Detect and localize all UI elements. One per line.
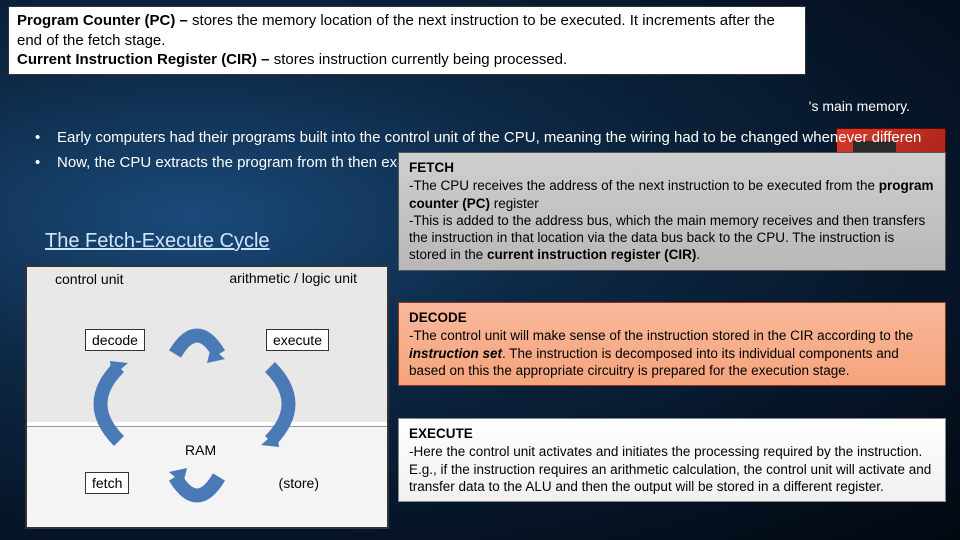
- fetch-heading: FETCH: [409, 159, 935, 176]
- fetch-execute-title: The Fetch-Execute Cycle: [45, 230, 270, 253]
- decode-box: decode: [85, 329, 145, 351]
- arrow-fetch-to-decode: [79, 359, 134, 449]
- alu-label: arithmetic / logic unit: [229, 271, 357, 286]
- cir-text: stores instruction currently being proce…: [274, 51, 567, 68]
- execute-heading: EXECUTE: [409, 425, 935, 442]
- execute-body: -Here the control unit activates and ini…: [409, 443, 935, 495]
- bullet-icon: •: [35, 153, 57, 172]
- fetch-execute-diagram: control unit arithmetic / logic unit dec…: [25, 265, 389, 529]
- definitions-box: Program Counter (PC) – stores the memory…: [8, 6, 806, 75]
- arrow-decode-to-execute: [167, 309, 227, 369]
- store-label: (store): [279, 475, 319, 491]
- arrow-store-to-fetch: [167, 462, 227, 522]
- decode-heading: DECODE: [409, 309, 935, 326]
- fetch-stage-box: FETCH -The CPU receives the address of t…: [398, 152, 946, 271]
- cir-label: Current Instruction Register (CIR) –: [17, 51, 274, 68]
- decode-body: -The control unit will make sense of the…: [409, 327, 935, 379]
- execute-box: execute: [266, 329, 329, 351]
- arrow-execute-to-store: [255, 359, 310, 449]
- control-unit-label: control unit: [55, 271, 123, 287]
- bullet-icon: •: [35, 128, 57, 147]
- ram-label: RAM: [185, 442, 216, 458]
- bullet-1: Early computers had their programs built…: [57, 128, 921, 147]
- fetch-box: fetch: [85, 472, 129, 494]
- pc-label: Program Counter (PC) –: [17, 12, 192, 29]
- execute-stage-box: EXECUTE -Here the control unit activates…: [398, 418, 946, 502]
- background-text-fragment: 's main memory.: [809, 98, 910, 114]
- fetch-body: -The CPU receives the address of the nex…: [409, 177, 935, 263]
- decode-stage-box: DECODE -The control unit will make sense…: [398, 302, 946, 386]
